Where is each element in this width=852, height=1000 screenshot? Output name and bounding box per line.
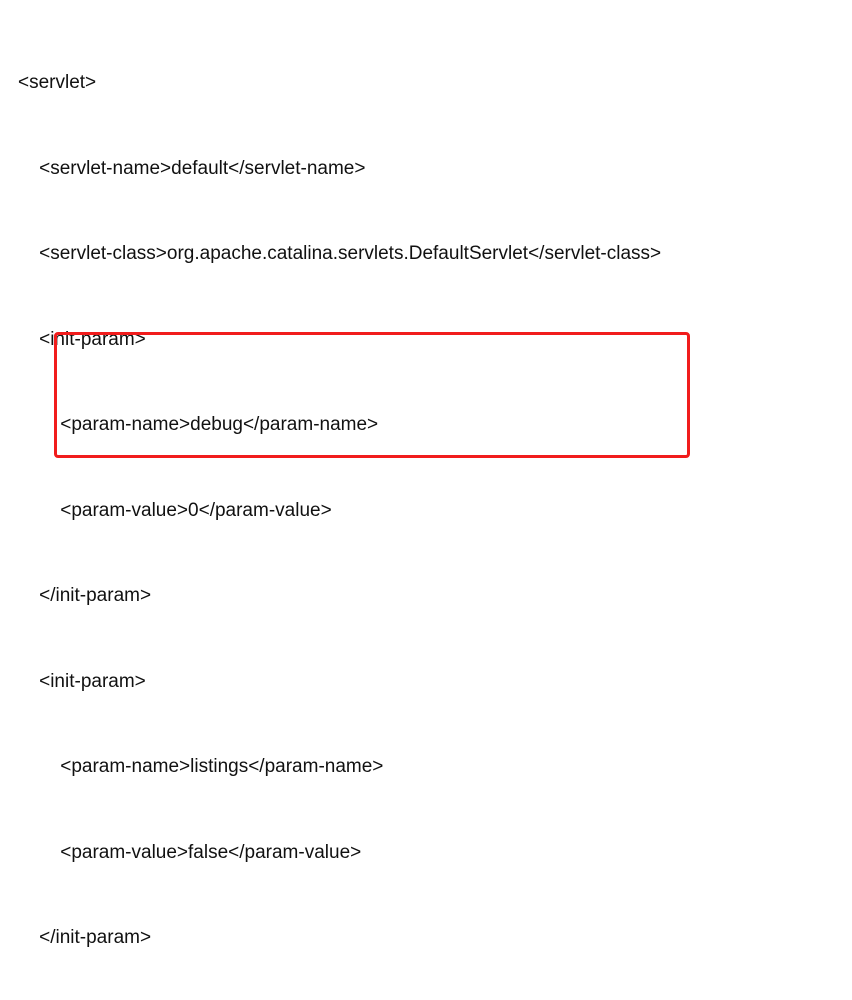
code-line: <servlet-name>default</servlet-name>: [18, 155, 834, 184]
code-line: <param-value>0</param-value>: [18, 497, 834, 526]
code-line: <param-name>listings</param-name>: [18, 753, 834, 782]
code-line: <servlet>: [18, 69, 834, 98]
code-line: </init-param>: [18, 582, 834, 611]
code-line: </init-param>: [18, 924, 834, 953]
code-line: <servlet-class>org.apache.catalina.servl…: [18, 240, 834, 269]
code-line: <init-param>: [18, 668, 834, 697]
code-line: <param-value>false</param-value>: [18, 839, 834, 868]
xml-code-block: <servlet> <servlet-name>default</servlet…: [18, 12, 834, 1000]
code-line: <init-param>: [18, 326, 834, 355]
code-line: <param-name>debug</param-name>: [18, 411, 834, 440]
